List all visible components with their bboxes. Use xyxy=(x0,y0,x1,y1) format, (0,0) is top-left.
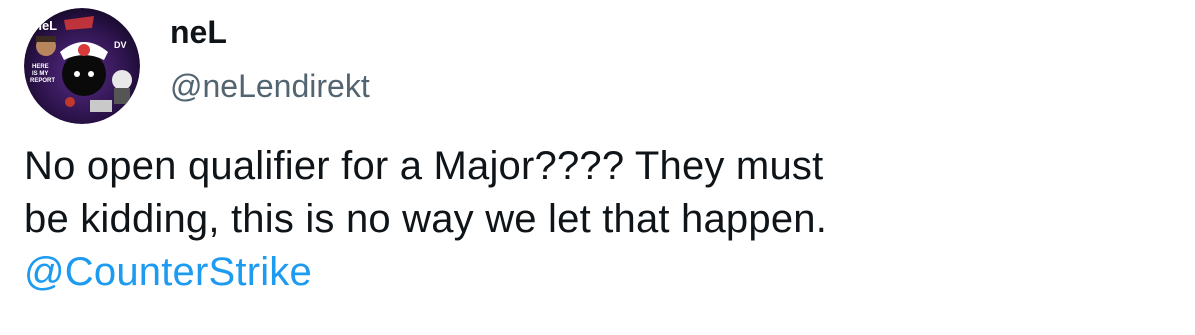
avatar-badge-text: DV xyxy=(114,40,127,50)
tweet-text: No open qualifier for a Major???? They m… xyxy=(24,140,1164,299)
tweet-text-line: No open qualifier for a Major???? They m… xyxy=(24,144,824,188)
avatar-side-text-2: IS MY xyxy=(32,71,48,77)
author-names: neL @neLendirekt xyxy=(170,12,370,106)
avatar-side-text-3: REPORT xyxy=(30,78,55,84)
avatar[interactable]: neL DV HERE IS MY REPORT xyxy=(24,8,140,124)
tweet-header: neL DV HERE IS MY REPORT neL @neLendirek… xyxy=(24,8,370,124)
avatar-logo-text: neL xyxy=(34,18,57,33)
tweet-card: neL DV HERE IS MY REPORT neL @neLendirek… xyxy=(0,0,1195,335)
mention-link[interactable]: @CounterStrike xyxy=(24,250,312,294)
mention-line: @CounterStrike xyxy=(24,246,1164,299)
display-name[interactable]: neL xyxy=(170,12,370,52)
avatar-side-text-1: HERE xyxy=(32,64,49,70)
user-handle[interactable]: @neLendirekt xyxy=(170,66,370,106)
tweet-text-line: be kidding, this is no way we let that h… xyxy=(24,197,828,241)
avatar-image: neL DV HERE IS MY REPORT xyxy=(24,8,140,124)
